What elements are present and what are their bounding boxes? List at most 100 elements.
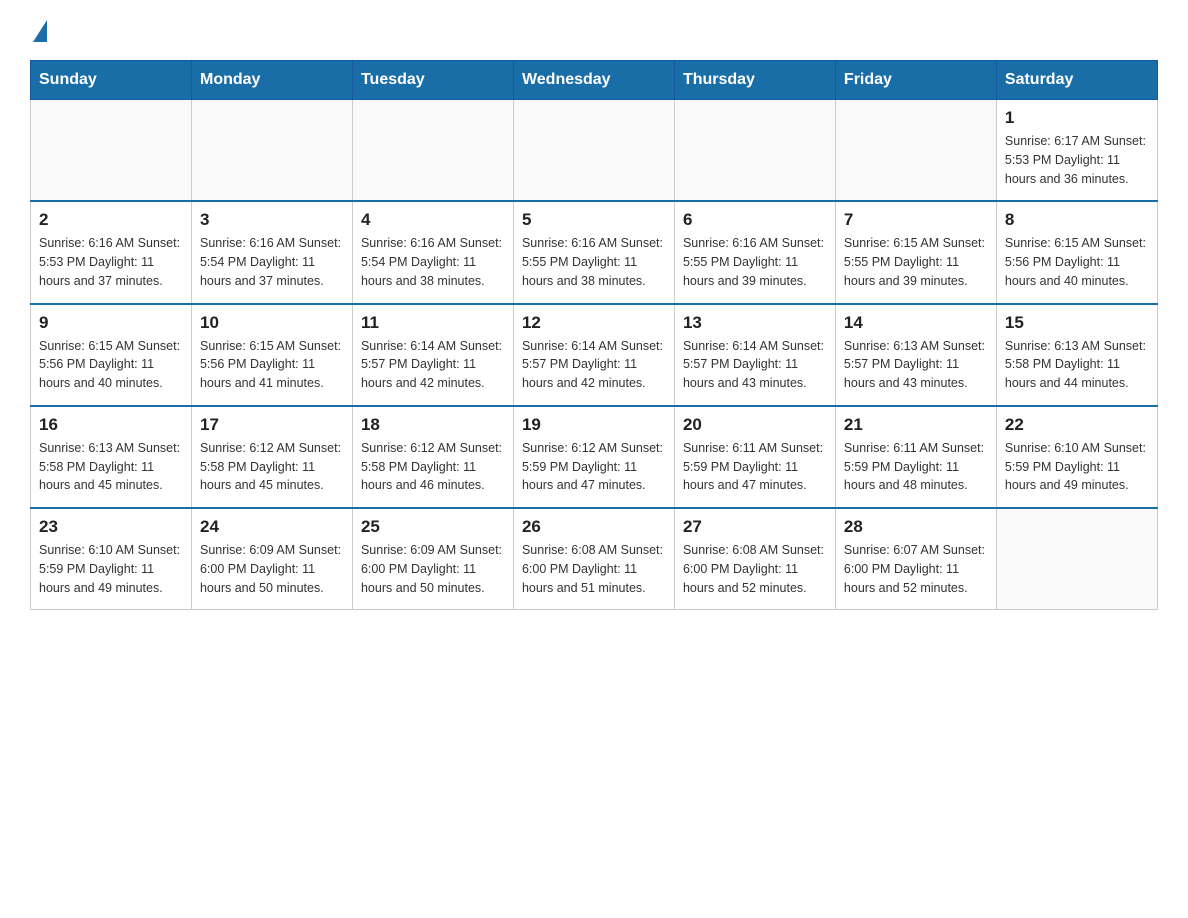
logo xyxy=(30,20,47,44)
day-info: Sunrise: 6:14 AM Sunset: 5:57 PM Dayligh… xyxy=(361,337,505,393)
day-info: Sunrise: 6:16 AM Sunset: 5:53 PM Dayligh… xyxy=(39,234,183,290)
calendar-week-row: 16 Sunrise: 6:13 AM Sunset: 5:58 PM Dayli… xyxy=(31,406,1158,508)
weekday-header-wednesday: Wednesday xyxy=(513,61,674,100)
day-number: 24 xyxy=(200,517,344,537)
day-number: 10 xyxy=(200,313,344,333)
day-number: 19 xyxy=(522,415,666,435)
calendar-cell: 10 Sunrise: 6:15 AM Sunset: 5:56 PM Dayli… xyxy=(191,304,352,406)
day-number: 8 xyxy=(1005,210,1149,230)
calendar-cell: 1Sunrise: 6:17 AM Sunset: 5:53 PM Daylig… xyxy=(996,100,1157,202)
day-info: Sunrise: 6:10 AM Sunset: 5:59 PM Dayligh… xyxy=(1005,439,1149,495)
calendar-cell: 17 Sunrise: 6:12 AM Sunset: 5:58 PM Dayli… xyxy=(191,406,352,508)
calendar-cell xyxy=(513,100,674,202)
day-info: Sunrise: 6:15 AM Sunset: 5:56 PM Dayligh… xyxy=(200,337,344,393)
weekday-header-sunday: Sunday xyxy=(31,61,192,100)
calendar-cell: 26 Sunrise: 6:08 AM Sunset: 6:00 PM Dayli… xyxy=(513,508,674,610)
calendar-cell: 27 Sunrise: 6:08 AM Sunset: 6:00 PM Dayli… xyxy=(674,508,835,610)
calendar-cell: 24 Sunrise: 6:09 AM Sunset: 6:00 PM Dayli… xyxy=(191,508,352,610)
day-info: Sunrise: 6:14 AM Sunset: 5:57 PM Dayligh… xyxy=(522,337,666,393)
calendar-cell: 23 Sunrise: 6:10 AM Sunset: 5:59 PM Dayli… xyxy=(31,508,192,610)
calendar-cell: 21 Sunrise: 6:11 AM Sunset: 5:59 PM Dayli… xyxy=(835,406,996,508)
calendar-cell: 15 Sunrise: 6:13 AM Sunset: 5:58 PM Dayli… xyxy=(996,304,1157,406)
calendar-cell xyxy=(674,100,835,202)
calendar-cell: 6Sunrise: 6:16 AM Sunset: 5:55 PM Daylig… xyxy=(674,201,835,303)
day-info: Sunrise: 6:14 AM Sunset: 5:57 PM Dayligh… xyxy=(683,337,827,393)
day-number: 3 xyxy=(200,210,344,230)
day-info: Sunrise: 6:08 AM Sunset: 6:00 PM Dayligh… xyxy=(683,541,827,597)
day-info: Sunrise: 6:16 AM Sunset: 5:54 PM Dayligh… xyxy=(361,234,505,290)
day-info: Sunrise: 6:11 AM Sunset: 5:59 PM Dayligh… xyxy=(683,439,827,495)
calendar-week-row: 2 Sunrise: 6:16 AM Sunset: 5:53 PM Daylig… xyxy=(31,201,1158,303)
day-number: 13 xyxy=(683,313,827,333)
calendar-cell xyxy=(31,100,192,202)
weekday-header-saturday: Saturday xyxy=(996,61,1157,100)
day-info: Sunrise: 6:11 AM Sunset: 5:59 PM Dayligh… xyxy=(844,439,988,495)
day-number: 2 xyxy=(39,210,183,230)
calendar-cell: 13 Sunrise: 6:14 AM Sunset: 5:57 PM Dayli… xyxy=(674,304,835,406)
day-info: Sunrise: 6:15 AM Sunset: 5:55 PM Dayligh… xyxy=(844,234,988,290)
weekday-header-friday: Friday xyxy=(835,61,996,100)
day-number: 25 xyxy=(361,517,505,537)
calendar-cell xyxy=(352,100,513,202)
day-number: 11 xyxy=(361,313,505,333)
calendar-table: SundayMondayTuesdayWednesdayThursdayFrid… xyxy=(30,60,1158,610)
calendar-cell: 16 Sunrise: 6:13 AM Sunset: 5:58 PM Dayli… xyxy=(31,406,192,508)
day-number: 22 xyxy=(1005,415,1149,435)
day-number: 27 xyxy=(683,517,827,537)
day-info: Sunrise: 6:08 AM Sunset: 6:00 PM Dayligh… xyxy=(522,541,666,597)
calendar-cell: 8 Sunrise: 6:15 AM Sunset: 5:56 PM Daylig… xyxy=(996,201,1157,303)
calendar-cell: 18 Sunrise: 6:12 AM Sunset: 5:58 PM Dayli… xyxy=(352,406,513,508)
day-info: Sunrise: 6:13 AM Sunset: 5:57 PM Dayligh… xyxy=(844,337,988,393)
day-info: Sunrise: 6:10 AM Sunset: 5:59 PM Dayligh… xyxy=(39,541,183,597)
day-info: Sunrise: 6:16 AM Sunset: 5:55 PM Dayligh… xyxy=(522,234,666,290)
day-info: Sunrise: 6:15 AM Sunset: 5:56 PM Dayligh… xyxy=(1005,234,1149,290)
day-number: 6 xyxy=(683,210,827,230)
calendar-cell: 2 Sunrise: 6:16 AM Sunset: 5:53 PM Daylig… xyxy=(31,201,192,303)
calendar-week-row: 23 Sunrise: 6:10 AM Sunset: 5:59 PM Dayli… xyxy=(31,508,1158,610)
day-info: Sunrise: 6:13 AM Sunset: 5:58 PM Dayligh… xyxy=(1005,337,1149,393)
day-number: 23 xyxy=(39,517,183,537)
day-number: 16 xyxy=(39,415,183,435)
day-number: 7 xyxy=(844,210,988,230)
day-info: Sunrise: 6:12 AM Sunset: 5:58 PM Dayligh… xyxy=(361,439,505,495)
calendar-cell: 11 Sunrise: 6:14 AM Sunset: 5:57 PM Dayli… xyxy=(352,304,513,406)
day-number: 20 xyxy=(683,415,827,435)
day-number: 9 xyxy=(39,313,183,333)
calendar-cell xyxy=(835,100,996,202)
calendar-cell: 19 Sunrise: 6:12 AM Sunset: 5:59 PM Dayli… xyxy=(513,406,674,508)
calendar-cell: 25 Sunrise: 6:09 AM Sunset: 6:00 PM Dayli… xyxy=(352,508,513,610)
day-info: Sunrise: 6:09 AM Sunset: 6:00 PM Dayligh… xyxy=(200,541,344,597)
day-number: 15 xyxy=(1005,313,1149,333)
day-number: 4 xyxy=(361,210,505,230)
logo-triangle-icon xyxy=(33,20,47,42)
day-number: 14 xyxy=(844,313,988,333)
calendar-cell: 20 Sunrise: 6:11 AM Sunset: 5:59 PM Dayli… xyxy=(674,406,835,508)
weekday-header-thursday: Thursday xyxy=(674,61,835,100)
day-number: 28 xyxy=(844,517,988,537)
day-number: 5 xyxy=(522,210,666,230)
day-number: 12 xyxy=(522,313,666,333)
day-number: 21 xyxy=(844,415,988,435)
day-info: Sunrise: 6:15 AM Sunset: 5:56 PM Dayligh… xyxy=(39,337,183,393)
day-number: 26 xyxy=(522,517,666,537)
weekday-header-monday: Monday xyxy=(191,61,352,100)
calendar-cell: 14 Sunrise: 6:13 AM Sunset: 5:57 PM Dayli… xyxy=(835,304,996,406)
day-info: Sunrise: 6:13 AM Sunset: 5:58 PM Dayligh… xyxy=(39,439,183,495)
calendar-cell: 12 Sunrise: 6:14 AM Sunset: 5:57 PM Dayli… xyxy=(513,304,674,406)
calendar-cell: 28 Sunrise: 6:07 AM Sunset: 6:00 PM Dayli… xyxy=(835,508,996,610)
day-info: Sunrise: 6:17 AM Sunset: 5:53 PM Dayligh… xyxy=(1005,132,1149,188)
day-info: Sunrise: 6:12 AM Sunset: 5:59 PM Dayligh… xyxy=(522,439,666,495)
calendar-cell xyxy=(191,100,352,202)
day-number: 18 xyxy=(361,415,505,435)
calendar-cell xyxy=(996,508,1157,610)
weekday-header-tuesday: Tuesday xyxy=(352,61,513,100)
calendar-cell: 5 Sunrise: 6:16 AM Sunset: 5:55 PM Daylig… xyxy=(513,201,674,303)
calendar-week-row: 1Sunrise: 6:17 AM Sunset: 5:53 PM Daylig… xyxy=(31,100,1158,202)
day-info: Sunrise: 6:07 AM Sunset: 6:00 PM Dayligh… xyxy=(844,541,988,597)
day-number: 17 xyxy=(200,415,344,435)
calendar-cell: 3Sunrise: 6:16 AM Sunset: 5:54 PM Daylig… xyxy=(191,201,352,303)
day-info: Sunrise: 6:09 AM Sunset: 6:00 PM Dayligh… xyxy=(361,541,505,597)
calendar-cell: 22 Sunrise: 6:10 AM Sunset: 5:59 PM Dayli… xyxy=(996,406,1157,508)
day-info: Sunrise: 6:12 AM Sunset: 5:58 PM Dayligh… xyxy=(200,439,344,495)
page-header xyxy=(30,20,1158,44)
